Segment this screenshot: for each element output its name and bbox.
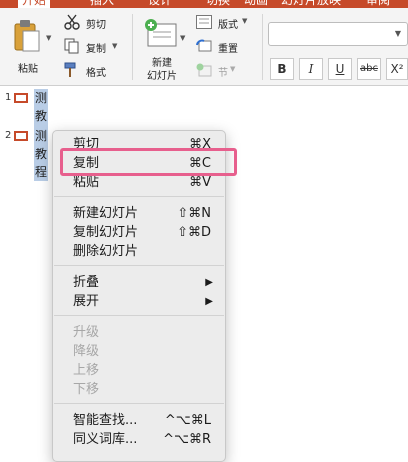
- menu-item-label: 升级: [73, 325, 100, 340]
- slide-body-text[interactable]: 教程: [34, 145, 49, 181]
- menu-item-label: 降级: [73, 344, 100, 359]
- submenu-arrow-icon: ▶: [205, 277, 213, 288]
- menu-item-promote: 升级: [53, 323, 225, 342]
- section-dropdown-icon[interactable]: ▼: [230, 65, 235, 73]
- new-slide-icon: [145, 19, 177, 47]
- ribbon-separator: [132, 14, 133, 80]
- menu-separator: [54, 265, 224, 266]
- menu-item-delete-slide[interactable]: 删除幻灯片: [53, 242, 225, 261]
- menu-item-expand[interactable]: 展开 ▶: [53, 292, 225, 311]
- strikethrough-button[interactable]: abc: [357, 58, 381, 80]
- copy-icon: [64, 38, 79, 54]
- context-menu: 剪切 ⌘X 复制 ⌘C 粘贴 ⌘V 新建幻灯片 ⇧⌘N 复制幻灯片 ⇧⌘D 删除…: [52, 130, 226, 462]
- section-label: 节: [218, 68, 228, 79]
- tab-review[interactable]: 审阅: [366, 0, 390, 8]
- menu-item-label: 新建幻灯片: [73, 206, 139, 221]
- ribbon-tab-bar: 开始 插入 设计 切换 动画 幻灯片放映 审阅: [0, 0, 408, 8]
- menu-item-smart-lookup[interactable]: 智能查找... ^⌥⌘L: [53, 411, 225, 430]
- menu-item-collapse[interactable]: 折叠 ▶: [53, 273, 225, 292]
- menu-item-shortcut: ⇧⌘D: [177, 225, 211, 240]
- tab-transitions[interactable]: 切换: [206, 0, 230, 8]
- cut-label: 剪切: [86, 20, 106, 31]
- paste-button[interactable]: ▼ 粘贴: [8, 14, 54, 78]
- menu-item-shortcut: ^⌥⌘L: [164, 413, 211, 428]
- ribbon: ▼ 粘贴 剪切 复制 ▼ 格式 ▼ 新建 幻灯片 版式 ▼ 重置 节 ▼ ▼ B…: [0, 8, 408, 86]
- menu-item-shortcut: ^⌥⌘R: [163, 432, 211, 447]
- font-dropdown-icon[interactable]: ▼: [395, 29, 401, 38]
- scissors-icon: [64, 14, 80, 30]
- menu-item-duplicate-slide[interactable]: 复制幻灯片 ⇧⌘D: [53, 223, 225, 242]
- layout-dropdown-icon[interactable]: ▼: [242, 17, 247, 25]
- format-painter-button[interactable]: 格式: [64, 62, 128, 80]
- bold-button[interactable]: B: [270, 58, 294, 80]
- menu-item-label: 智能查找...: [73, 413, 138, 428]
- new-slide-dropdown-icon[interactable]: ▼: [180, 34, 185, 42]
- menu-separator: [54, 403, 224, 404]
- menu-item-label: 删除幻灯片: [73, 244, 139, 259]
- new-slide-button[interactable]: ▼ 新建 幻灯片: [140, 14, 190, 82]
- menu-item-label: 复制幻灯片: [73, 225, 139, 240]
- layout-icon: [196, 15, 212, 29]
- section-icon: [196, 63, 212, 77]
- reset-button[interactable]: 重置: [196, 38, 256, 56]
- reset-icon: [196, 39, 212, 52]
- copy-dropdown-icon[interactable]: ▼: [112, 42, 117, 50]
- italic-button[interactable]: I: [299, 58, 323, 80]
- menu-separator: [54, 196, 224, 197]
- menu-separator: [54, 315, 224, 316]
- slide-number: 1: [5, 92, 12, 103]
- menu-item-label: 上移: [73, 363, 100, 378]
- paste-label: 粘贴: [18, 64, 38, 75]
- tab-insert[interactable]: 插入: [90, 0, 114, 8]
- layout-label: 版式: [218, 20, 238, 31]
- underline-button[interactable]: U: [328, 58, 352, 80]
- menu-item-label: 展开: [73, 294, 100, 309]
- copy-button[interactable]: 复制 ▼: [64, 38, 128, 56]
- font-name-combo[interactable]: ▼: [268, 22, 408, 46]
- ribbon-separator: [262, 14, 263, 80]
- menu-item-new-slide[interactable]: 新建幻灯片 ⇧⌘N: [53, 204, 225, 223]
- tab-home[interactable]: 开始: [18, 0, 51, 8]
- slide-number: 2: [5, 130, 12, 141]
- slide-icon: [14, 131, 28, 141]
- tab-design[interactable]: 设计: [148, 0, 172, 8]
- reset-label: 重置: [218, 44, 238, 55]
- menu-item-label: 折叠: [73, 275, 100, 290]
- menu-item-move-down: 下移: [53, 380, 225, 399]
- format-label: 格式: [86, 68, 106, 79]
- menu-item-move-up: 上移: [53, 361, 225, 380]
- layout-button[interactable]: 版式 ▼: [196, 14, 256, 32]
- submenu-arrow-icon: ▶: [205, 296, 213, 307]
- tab-slideshow[interactable]: 幻灯片放映: [281, 0, 341, 8]
- menu-item-demote: 降级: [53, 342, 225, 361]
- copy-highlight-annotation: [60, 148, 237, 176]
- paste-dropdown-icon[interactable]: ▼: [46, 34, 51, 42]
- slide-icon: [14, 93, 28, 103]
- section-button[interactable]: 节 ▼: [196, 62, 256, 80]
- format-painter-icon: [64, 62, 76, 77]
- superscript-button[interactable]: X²: [386, 58, 408, 80]
- menu-item-shortcut: ⇧⌘N: [177, 206, 211, 221]
- copy-label: 复制: [86, 44, 106, 55]
- paste-icon: [14, 20, 40, 52]
- menu-item-label: 下移: [73, 382, 100, 397]
- cut-button[interactable]: 剪切: [64, 14, 128, 32]
- tab-animations[interactable]: 动画: [244, 0, 268, 8]
- menu-item-label: 同义词库...: [73, 432, 138, 447]
- menu-item-thesaurus[interactable]: 同义词库... ^⌥⌘R: [53, 430, 225, 449]
- new-slide-label-line2: 幻灯片: [147, 71, 177, 82]
